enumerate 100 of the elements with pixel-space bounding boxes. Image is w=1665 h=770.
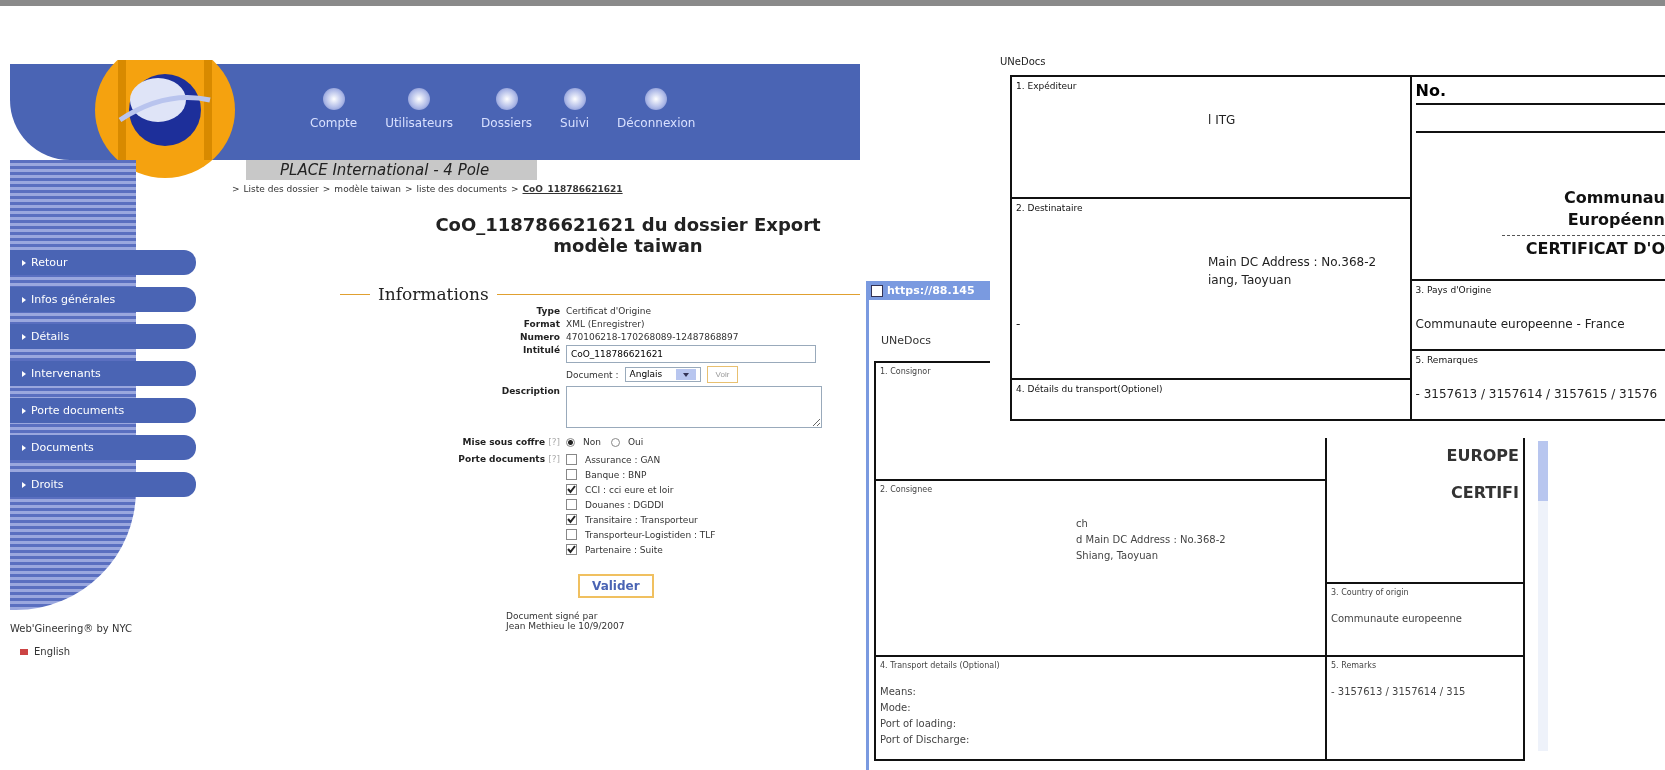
view-button[interactable]: Voir [706,366,739,383]
page-title: CoO_118786621621 du dossier Export [434,214,822,235]
cell-label: 4. Détails du transport(Optionel) [1015,383,1164,396]
option-label: Partenaire : Suite [585,544,663,555]
page-icon [871,284,883,297]
cell-label: 5. Remarks [1330,660,1378,672]
checkbox[interactable] [566,514,577,525]
sidebar-item[interactable]: Porte documents [10,398,196,423]
triangle-icon [22,407,26,414]
field-label: Type [535,306,560,316]
sidebar-item[interactable]: Détails [10,324,196,349]
number-label: No. [1415,80,1447,100]
checkbox[interactable] [566,469,577,480]
address-text: Main DC Address : No.368-2 [1208,254,1378,271]
document-subheading: CERTIFI [1450,483,1519,502]
site-title: PLACE International - 4 Pole [246,160,538,180]
credit-text: Web'Gineering® by NYC [10,623,133,634]
transport-field: Means: [880,684,1321,700]
language-link[interactable]: English [34,646,71,657]
checkbox[interactable] [566,544,577,555]
section-heading: Informations [378,284,489,304]
nav-link[interactable]: Dossiers [481,88,533,130]
address-text: Shiang, Taoyuan [1076,549,1160,563]
option-label: Oui [627,437,644,447]
document-heading: Européenn [1566,209,1665,231]
origin-value: Communaute europeenne [1330,612,1463,626]
window-title: https://88.145 [887,284,975,297]
breadcrumb-link[interactable]: liste des documents [416,184,507,194]
transport-field: Port of loading: [880,716,1321,732]
checkbox[interactable] [566,529,577,540]
signature-text: Document signé par [506,611,599,621]
nav-link[interactable]: Suivi [560,88,590,130]
option-label: Non [583,437,601,447]
document-heading: EUROPE [1446,446,1519,465]
field-label: Numero [518,332,560,342]
document-heading: Communau [1562,187,1665,209]
triangle-icon [22,296,26,303]
submit-button[interactable]: Valider [578,574,654,598]
option-label: Banque : BNP [585,469,647,480]
triangle-icon [22,481,26,488]
field-value: XML (Enregistrer) [566,319,646,329]
address-text: - [1015,316,1022,333]
document-subheading: CERTIFICAT D'O [1524,238,1665,260]
address-text: iang, Taoyuan [1208,272,1293,289]
sidebar-item[interactable]: Retour [10,250,196,275]
nav-link[interactable]: Utilisateurs [385,88,454,130]
sidebar-item[interactable]: Documents [10,435,196,460]
orb-icon [645,88,668,110]
triangle-icon [22,333,26,340]
breadcrumb-separator: > [322,184,331,194]
transport-field: Mode: [880,700,1321,716]
sidebar-item[interactable]: Infos générales [10,287,196,312]
checkbox[interactable] [566,454,577,465]
field-label: Porte documents [458,454,546,464]
language-select[interactable]: Anglais [624,367,701,382]
field-value: 470106218-170268089-12487868897 [566,332,740,342]
orb-icon [408,88,431,110]
transport-field: Port of Discharge: [880,732,1321,748]
signature-text: Jean Methieu le 10/9/2007 [506,621,626,631]
field-label: Description [500,386,560,398]
brand-text: UNeDocs [1000,56,1047,67]
option-label: Transporteur-Logistiden : TLF [585,529,716,540]
brand-text: UNeDocs [881,334,933,347]
breadcrumb-separator: > [510,184,519,194]
breadcrumb-separator: > [232,184,240,194]
nav-link[interactable]: Déconnexion [617,88,696,130]
description-textarea[interactable] [566,386,822,428]
breadcrumb-link[interactable]: modèle taiwan [334,184,401,194]
triangle-icon [22,259,26,266]
option-label: Douanes : DGDDI [585,499,664,510]
cell-label: 4. Transport details (Optional) [879,660,1001,672]
page-title: modèle taiwan [552,235,704,256]
nav-link[interactable]: Compte [310,88,358,130]
breadcrumb-separator: > [404,184,413,194]
orb-icon [563,88,586,110]
triangle-icon [22,370,26,377]
field-label: Intitulé [521,345,560,357]
checkbox[interactable] [566,499,577,510]
address-text: d Main DC Address : No.368-2 [1076,533,1227,547]
checkbox[interactable] [566,484,577,495]
orb-icon [322,88,345,110]
field-label: Format [522,319,560,329]
origin-value: Communaute europeenne - France [1414,316,1626,333]
field-value: Certificat d'Origine [566,306,652,316]
radio-button[interactable] [566,437,575,447]
cell-label: 3. Pays d'Origine [1414,284,1493,297]
triangle-icon [22,444,26,451]
flag-icon [20,648,28,655]
breadcrumb-link[interactable]: Liste des dossier [243,184,319,194]
breadcrumb-current[interactable]: CoO_118786621621 [522,184,623,194]
sidebar-item[interactable]: Intervenants [10,361,196,386]
address-text: l ITG [1208,112,1237,129]
remarks-value: - 3157613 / 3157614 / 3157615 / 31576 [1414,386,1659,403]
sidebar-item[interactable]: Droits [10,472,196,497]
scrollbar[interactable] [1538,441,1548,751]
title-input[interactable]: CoO_118786621621 [566,345,816,363]
option-label: Assurance : GAN [585,454,661,465]
field-label: Document : [566,369,619,380]
option-label: Transitaire : Transporteur [585,514,698,525]
remarks-value: - 3157613 / 3157614 / 315 [1330,685,1467,699]
